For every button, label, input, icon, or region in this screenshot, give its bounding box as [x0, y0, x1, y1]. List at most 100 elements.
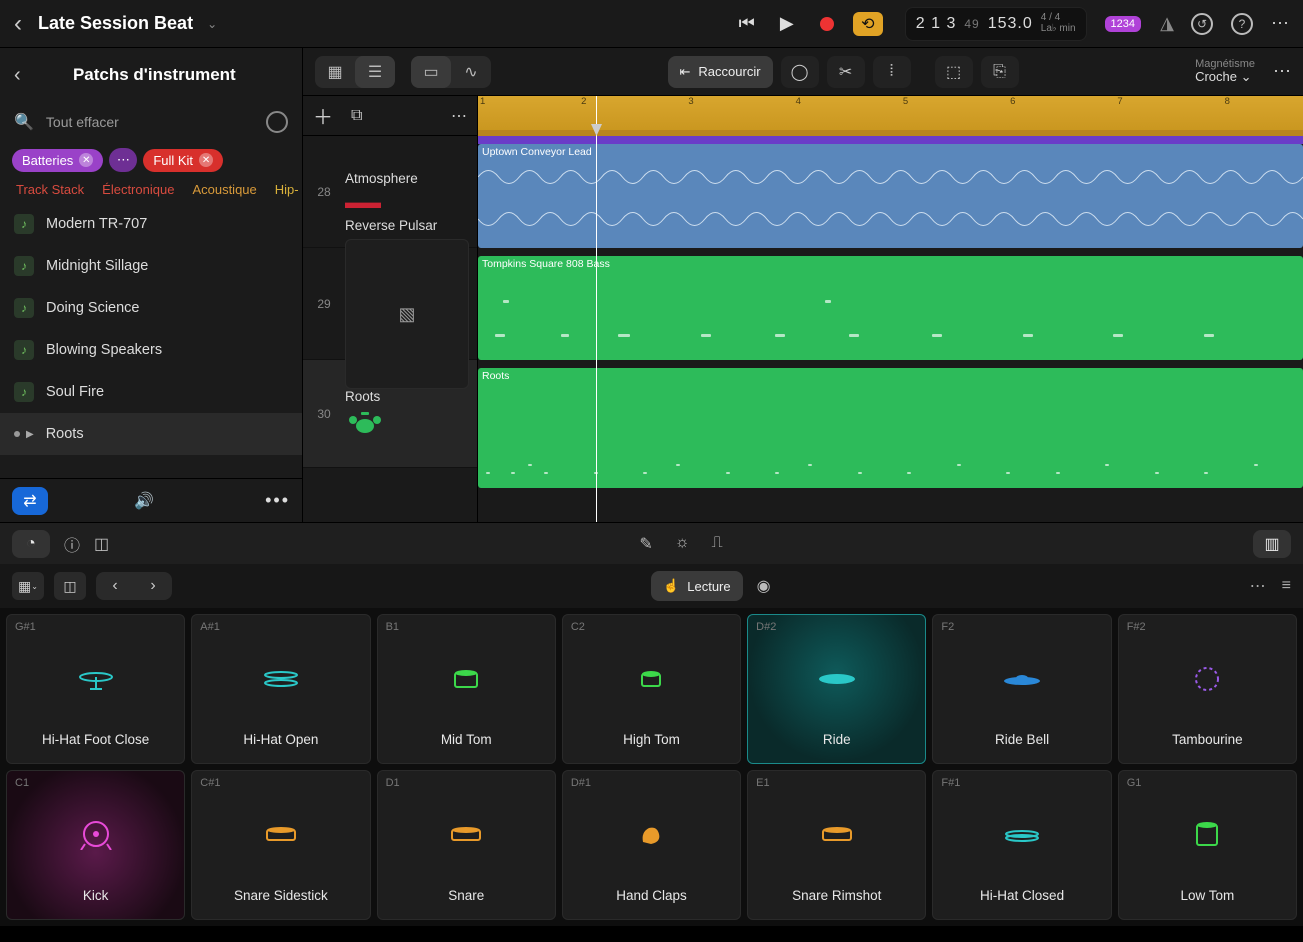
drum-pad-active[interactable]: C1 Kick: [6, 770, 185, 920]
category-acoustique[interactable]: Acoustique: [192, 182, 256, 197]
project-title[interactable]: Late Session Beat: [38, 13, 193, 34]
midi-region[interactable]: Tompkins Square 808 Bass: [478, 256, 1303, 360]
patch-item[interactable]: ♪Blowing Speakers: [0, 329, 302, 371]
back-chevron[interactable]: ‹: [14, 10, 22, 38]
lcd-subposition[interactable]: 49: [964, 17, 979, 31]
duplicate-track-icon[interactable]: ⧉: [351, 107, 362, 125]
undo-history-icon[interactable]: ↺: [1191, 13, 1213, 35]
track-name[interactable]: Atmosphere: [345, 171, 469, 186]
split-tool-icon[interactable]: ⦙: [873, 56, 911, 88]
lcd-display[interactable]: 2 1 3 49 153.0 4 / 4 La♭ min: [905, 7, 1087, 41]
play-mode-button[interactable]: ☝ Lecture: [651, 571, 743, 601]
ruler[interactable]: 1 2 3 4 5 6 7 8: [478, 96, 1303, 136]
function-menu[interactable]: ⇤ Raccourcir: [668, 56, 773, 88]
info-icon[interactable]: ⓘ: [64, 532, 80, 556]
mixer-icon[interactable]: ⎍: [712, 534, 723, 554]
drum-pad[interactable]: C2 High Tom: [562, 614, 741, 764]
tag-fullkit-remove-icon[interactable]: ✕: [199, 153, 213, 167]
region-view-button[interactable]: ▭: [411, 56, 451, 88]
pad-grid-button[interactable]: ▦⌄: [12, 572, 44, 600]
marquee-tool-icon[interactable]: ⬚: [935, 56, 973, 88]
search-icon[interactable]: 🔍: [14, 112, 34, 132]
lcd-time-signature[interactable]: 4 / 4: [1041, 13, 1060, 23]
drum-pad[interactable]: F#1 Hi-Hat Closed: [932, 770, 1111, 920]
loop-tool-icon[interactable]: ◯: [781, 56, 819, 88]
scale-quantize-button[interactable]: 1234: [1105, 16, 1141, 32]
metronome-button[interactable]: ◮: [1153, 10, 1181, 38]
tag-more-button[interactable]: ⋯: [109, 148, 137, 172]
cycle-range[interactable]: [478, 130, 1303, 136]
add-track-button[interactable]: ＋: [313, 101, 333, 130]
editor-view-button[interactable]: ◔: [12, 530, 50, 558]
tag-batteries-remove-icon[interactable]: ✕: [79, 153, 93, 167]
track-header-more-icon[interactable]: ⋯: [451, 106, 467, 126]
lcd-position[interactable]: 2 1 3: [916, 15, 957, 33]
drum-pad[interactable]: F2 Ride Bell: [932, 614, 1111, 764]
go-to-start-button[interactable]: ⏮: [733, 10, 761, 38]
pencil-tool-icon[interactable]: ✎: [639, 534, 652, 554]
library-back-button[interactable]: ‹: [14, 64, 21, 87]
brightness-icon[interactable]: ☼: [675, 534, 690, 554]
pad-prev-button[interactable]: ‹: [96, 572, 134, 600]
clear-all-button[interactable]: Tout effacer: [46, 114, 254, 130]
keyboard-toggle-button[interactable]: ▥: [1253, 530, 1291, 558]
play-button[interactable]: ▶: [773, 10, 801, 38]
midi-region[interactable]: Roots: [478, 368, 1303, 488]
cycle-button[interactable]: ⟲: [853, 12, 883, 36]
record-button[interactable]: [813, 10, 841, 38]
preview-volume-icon[interactable]: 🔊: [134, 491, 154, 511]
pad-sidebar-button[interactable]: ◫: [54, 572, 86, 600]
mic-icon[interactable]: ◉: [757, 576, 771, 596]
track-name[interactable]: Reverse Pulsar: [345, 218, 469, 233]
list-options-icon[interactable]: [266, 111, 288, 133]
arrange-lanes[interactable]: 1 2 3 4 5 6 7 8 Uptown Conveyor Lead: [478, 96, 1303, 522]
track-header[interactable]: 29 Reverse Pulsar▧: [303, 248, 477, 360]
patch-item[interactable]: ♪Doing Science: [0, 287, 302, 329]
lcd-tempo[interactable]: 153.0: [988, 15, 1033, 33]
playhead[interactable]: [596, 96, 597, 522]
track-headers: ＋ ⧉ ⋯ 28 Atmosphere▬▬ 29 Reverse Pulsar▧…: [303, 96, 478, 522]
patch-play-icon[interactable]: ▶: [26, 429, 34, 440]
drum-pad[interactable]: B1 Mid Tom: [377, 614, 556, 764]
view-grid-button[interactable]: ▦: [315, 56, 355, 88]
tag-batteries[interactable]: Batteries✕: [12, 149, 103, 172]
patch-item[interactable]: ♪Modern TR-707: [0, 203, 302, 245]
drum-pad[interactable]: C#1 Snare Sidestick: [191, 770, 370, 920]
pad-next-button[interactable]: ›: [134, 572, 172, 600]
lcd-key[interactable]: La♭ min: [1041, 24, 1076, 34]
audio-region[interactable]: Uptown Conveyor Lead: [478, 144, 1303, 248]
project-menu-chevron[interactable]: ⌄: [207, 17, 217, 31]
patch-item[interactable]: ♪Soul Fire: [0, 371, 302, 413]
help-icon[interactable]: ?: [1231, 13, 1253, 35]
patch-item[interactable]: ♪Midnight Sillage: [0, 245, 302, 287]
track-name[interactable]: Roots: [345, 389, 469, 404]
scissors-tool-icon[interactable]: ✂: [827, 56, 865, 88]
drum-pad[interactable]: F#2 Tambourine: [1118, 614, 1297, 764]
swap-patch-button[interactable]: ⇄: [12, 487, 48, 515]
patch-list[interactable]: ♪Modern TR-707 ♪Midnight Sillage ♪Doing …: [0, 203, 302, 478]
panel-toggle-icon[interactable]: ◫: [94, 534, 109, 554]
pad-more-icon[interactable]: ⋯: [1250, 576, 1266, 596]
category-hip[interactable]: Hip-: [275, 182, 299, 197]
patch-icon: ♪: [14, 214, 34, 234]
more-menu-icon[interactable]: ⋯: [1271, 13, 1289, 34]
tag-fullkit[interactable]: Full Kit✕: [143, 149, 223, 172]
drum-pad[interactable]: E1 Snare Rimshot: [747, 770, 926, 920]
patch-item-selected[interactable]: ▶ Roots: [0, 413, 302, 455]
drum-pad-active[interactable]: D#2 Ride: [747, 614, 926, 764]
automation-view-button[interactable]: ∿: [451, 56, 491, 88]
library-more-icon[interactable]: •••: [265, 490, 290, 511]
copy-tool-icon[interactable]: ⎘: [981, 56, 1019, 88]
drum-pad[interactable]: D#1 Hand Claps: [562, 770, 741, 920]
arrange-more-icon[interactable]: ⋯: [1273, 61, 1291, 82]
category-trackstack[interactable]: Track Stack: [16, 182, 84, 197]
drum-pad[interactable]: D1 Snare: [377, 770, 556, 920]
marker-row[interactable]: [478, 136, 1303, 144]
snap-menu[interactable]: Magnétisme Croche ⌄: [1195, 58, 1255, 84]
view-list-button[interactable]: ☰: [355, 56, 395, 88]
drum-pad[interactable]: G1 Low Tom: [1118, 770, 1297, 920]
drum-pad[interactable]: A#1 Hi-Hat Open: [191, 614, 370, 764]
drum-pad[interactable]: G#1 Hi-Hat Foot Close: [6, 614, 185, 764]
pad-drag-handle-icon[interactable]: ≡: [1282, 577, 1291, 595]
category-electronique[interactable]: Électronique: [102, 182, 174, 197]
